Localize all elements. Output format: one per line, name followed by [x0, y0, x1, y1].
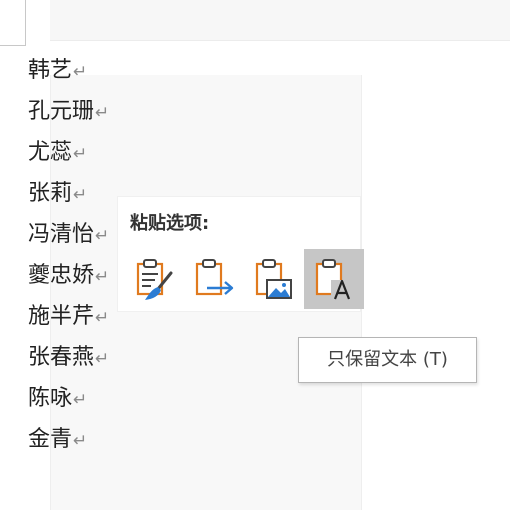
document-line[interactable]: 张春燕↵: [28, 337, 109, 378]
merge-formatting-button[interactable]: [184, 249, 244, 309]
picture-icon: [255, 259, 292, 299]
paragraph-mark: ↵: [73, 185, 88, 205]
paragraph-mark: ↵: [73, 390, 88, 410]
name-list: 韩艺↵ 孔元珊↵ 尤蕊↵ 张莉↵ 冯清怡↵ 夔忠娇↵ 施半芹↵ 张春燕↵ 陈咏↵…: [28, 50, 109, 460]
document-line[interactable]: 张莉↵: [28, 173, 109, 214]
document-line[interactable]: 冯清怡↵: [28, 214, 109, 255]
document-line[interactable]: 尤蕊↵: [28, 132, 109, 173]
document-line[interactable]: 施半芹↵: [28, 296, 109, 337]
paste-options-buttons: [124, 249, 364, 309]
paste-options-panel: 粘贴选项:: [118, 197, 364, 311]
paragraph-mark: ↵: [95, 349, 110, 369]
paragraph-mark: ↵: [73, 144, 88, 164]
keep-source-formatting-icon: [136, 259, 173, 300]
paste-as-picture-button[interactable]: [244, 249, 304, 309]
keep-text-only-icon: [315, 259, 353, 300]
paragraph-mark: ↵: [95, 308, 110, 328]
document-line[interactable]: 金青↵: [28, 419, 109, 460]
ruler-corner: [0, 0, 26, 46]
document-line[interactable]: 夔忠娇↵: [28, 255, 109, 296]
merge-formatting-icon: [195, 259, 234, 296]
paragraph-mark: ↵: [73, 62, 88, 82]
document-line[interactable]: 陈咏↵: [28, 378, 109, 419]
paste-options-title: 粘贴选项:: [130, 213, 210, 234]
document-area: 韩艺↵ 孔元珊↵ 尤蕊↵ 张莉↵ 冯清怡↵ 夔忠娇↵ 施半芹↵ 张春燕↵ 陈咏↵…: [0, 0, 510, 510]
tooltip: 只保留文本 (T): [298, 337, 477, 383]
top-ruler: [50, 0, 510, 41]
paragraph-mark: ↵: [95, 226, 110, 246]
paragraph-mark: ↵: [95, 267, 110, 287]
document-line[interactable]: 韩艺↵: [28, 50, 109, 91]
paragraph-mark: ↵: [95, 103, 110, 123]
keep-text-only-button[interactable]: [304, 249, 364, 309]
document-line[interactable]: 孔元珊↵: [28, 91, 109, 132]
paragraph-mark: ↵: [73, 431, 88, 451]
keep-source-formatting-button[interactable]: [124, 249, 184, 309]
